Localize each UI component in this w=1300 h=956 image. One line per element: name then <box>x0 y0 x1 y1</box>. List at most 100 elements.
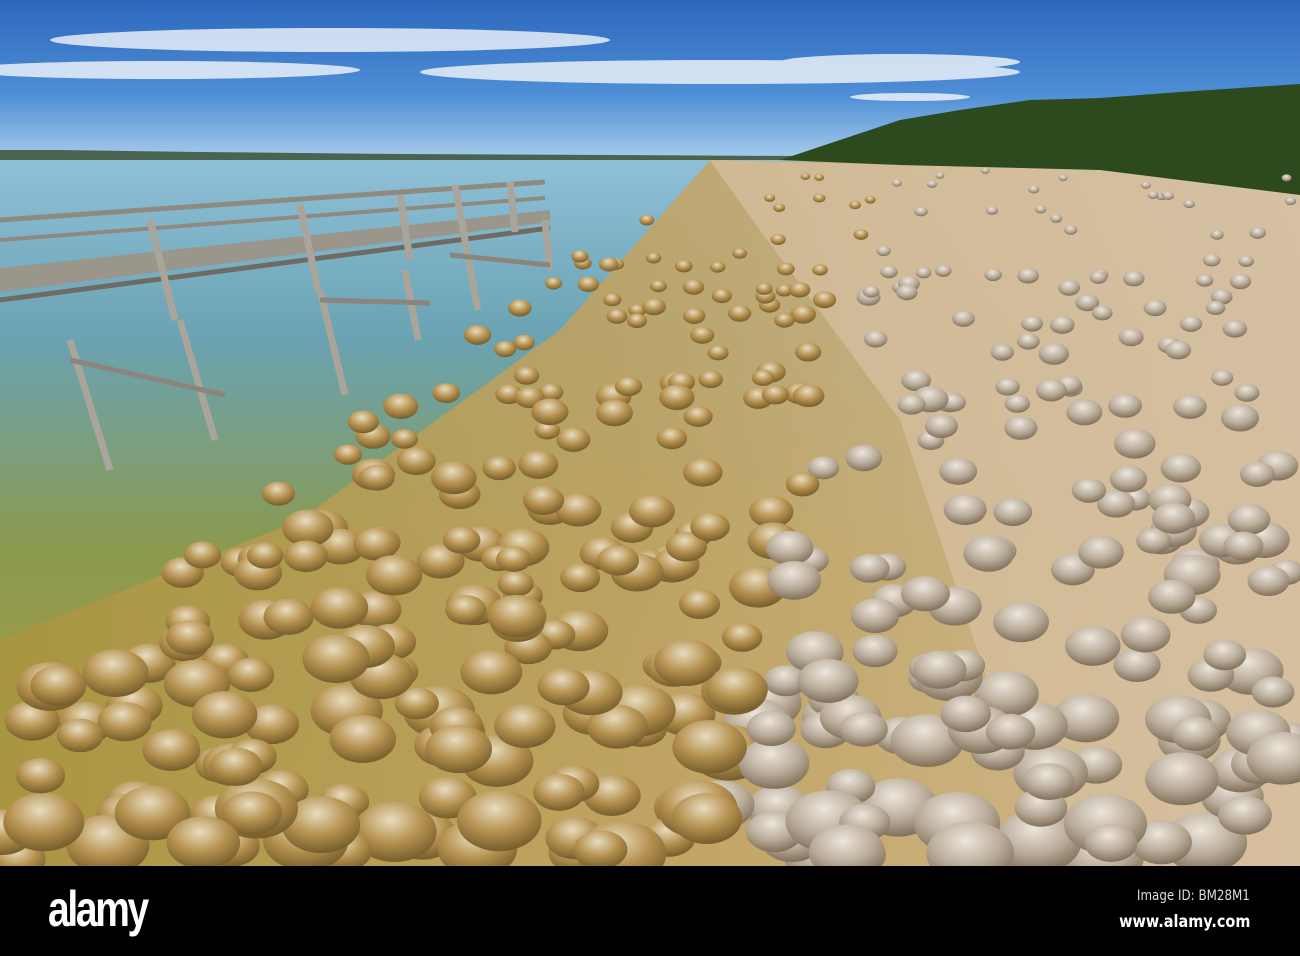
stromatolite <box>283 540 328 573</box>
stromatolite <box>1211 369 1234 386</box>
stromatolite <box>383 393 419 419</box>
stromatolite <box>698 370 723 389</box>
stromatolite <box>672 720 747 774</box>
stromatolite <box>683 405 713 427</box>
stromatolite <box>776 262 795 276</box>
stromatolite <box>1028 185 1040 194</box>
stromatolite <box>544 277 563 290</box>
stromatolite <box>442 526 481 554</box>
stromatolite <box>682 279 705 295</box>
stromatolite <box>571 250 589 263</box>
stromatolite <box>891 179 903 187</box>
stromatolite <box>773 203 786 212</box>
stromatolite <box>1118 328 1144 347</box>
stromatolite <box>814 173 825 181</box>
stromatolite <box>556 427 591 452</box>
stromatolite <box>1113 428 1156 459</box>
stromatolite <box>1035 379 1067 402</box>
stromatolite <box>993 498 1033 527</box>
stromatolite <box>1220 404 1260 432</box>
stromatolite <box>1203 639 1247 671</box>
stromatolite <box>390 429 419 449</box>
stromatolite <box>671 793 743 844</box>
stromatolite <box>531 398 569 426</box>
stromatolite <box>770 234 786 246</box>
stromatolite <box>943 494 987 526</box>
stromatolite <box>595 399 633 427</box>
stromatolite <box>56 718 104 753</box>
stromatolite <box>1058 174 1068 182</box>
stromatolite <box>1281 174 1292 182</box>
stromatolite <box>761 385 789 405</box>
stromatolite <box>683 458 723 487</box>
stromatolite <box>246 542 284 569</box>
stromatolite <box>209 747 263 786</box>
stromatolite <box>711 288 732 304</box>
stromatolite <box>456 790 542 852</box>
stromatolite <box>560 563 601 593</box>
stromatolite <box>82 649 149 697</box>
stromatolite <box>984 268 1002 282</box>
stromatolite <box>1173 394 1207 419</box>
stromatolite <box>849 200 861 210</box>
stromatolite <box>463 325 492 345</box>
stromatolite <box>425 725 493 774</box>
site-url[interactable]: www.alamy.com <box>1119 912 1250 932</box>
stromatolite <box>1022 762 1075 800</box>
stromatolite <box>900 576 950 612</box>
stromatolite <box>1113 648 1161 683</box>
stromatolite <box>1058 279 1081 296</box>
stromatolite <box>1120 616 1171 653</box>
stromatolite <box>1004 415 1038 440</box>
stromatolite <box>1229 273 1252 290</box>
stromatolite <box>1160 453 1202 483</box>
alamy-logo[interactable]: alamy <box>48 880 149 938</box>
stromatolite <box>935 172 945 179</box>
stromatolite <box>659 384 695 411</box>
stromatolite <box>1147 191 1159 200</box>
stromatolite <box>1205 300 1226 316</box>
stromatolite <box>764 193 776 202</box>
stromatolite <box>774 312 795 328</box>
stromatolite <box>934 264 952 277</box>
stromatolite <box>990 343 1015 361</box>
stromatolite <box>1284 196 1297 206</box>
stromatolite <box>347 410 379 434</box>
stromatolite <box>813 193 826 203</box>
stromatolite <box>845 444 883 472</box>
stromatolite <box>310 587 369 629</box>
stromatolite <box>800 172 811 180</box>
stromatolite <box>445 594 487 625</box>
stromatolite <box>1108 393 1143 418</box>
stromatolite <box>897 394 926 415</box>
stromatolite <box>1223 531 1264 561</box>
stromatolite <box>913 650 967 689</box>
stromatolite <box>862 285 880 298</box>
stromatolite <box>507 299 532 317</box>
stromatolite <box>924 414 959 439</box>
stromatolite <box>165 620 214 655</box>
stromatolite <box>864 195 876 204</box>
stromatolite <box>812 264 828 276</box>
stromatolite <box>642 298 666 316</box>
stromatolite <box>1143 299 1167 317</box>
stromatolite <box>985 206 999 215</box>
stromatolite <box>1251 676 1295 708</box>
stromatolite <box>432 383 461 403</box>
stromatolite <box>794 342 822 362</box>
stromatolite <box>653 639 719 687</box>
stromatolite <box>1247 565 1290 597</box>
stromatolite <box>496 546 532 572</box>
stromatolite <box>577 276 600 292</box>
stromatolite <box>980 167 990 174</box>
stromatolite <box>142 729 201 771</box>
stromatolite <box>523 485 565 515</box>
stromatolite <box>614 376 643 397</box>
stromatolite <box>1238 255 1255 267</box>
stromatolite <box>1183 199 1195 209</box>
stromatolite <box>1064 225 1078 235</box>
stromatolite <box>1165 340 1192 360</box>
stromatolite <box>518 450 559 479</box>
stromatolite <box>1021 315 1043 332</box>
stromatolite <box>514 366 540 385</box>
